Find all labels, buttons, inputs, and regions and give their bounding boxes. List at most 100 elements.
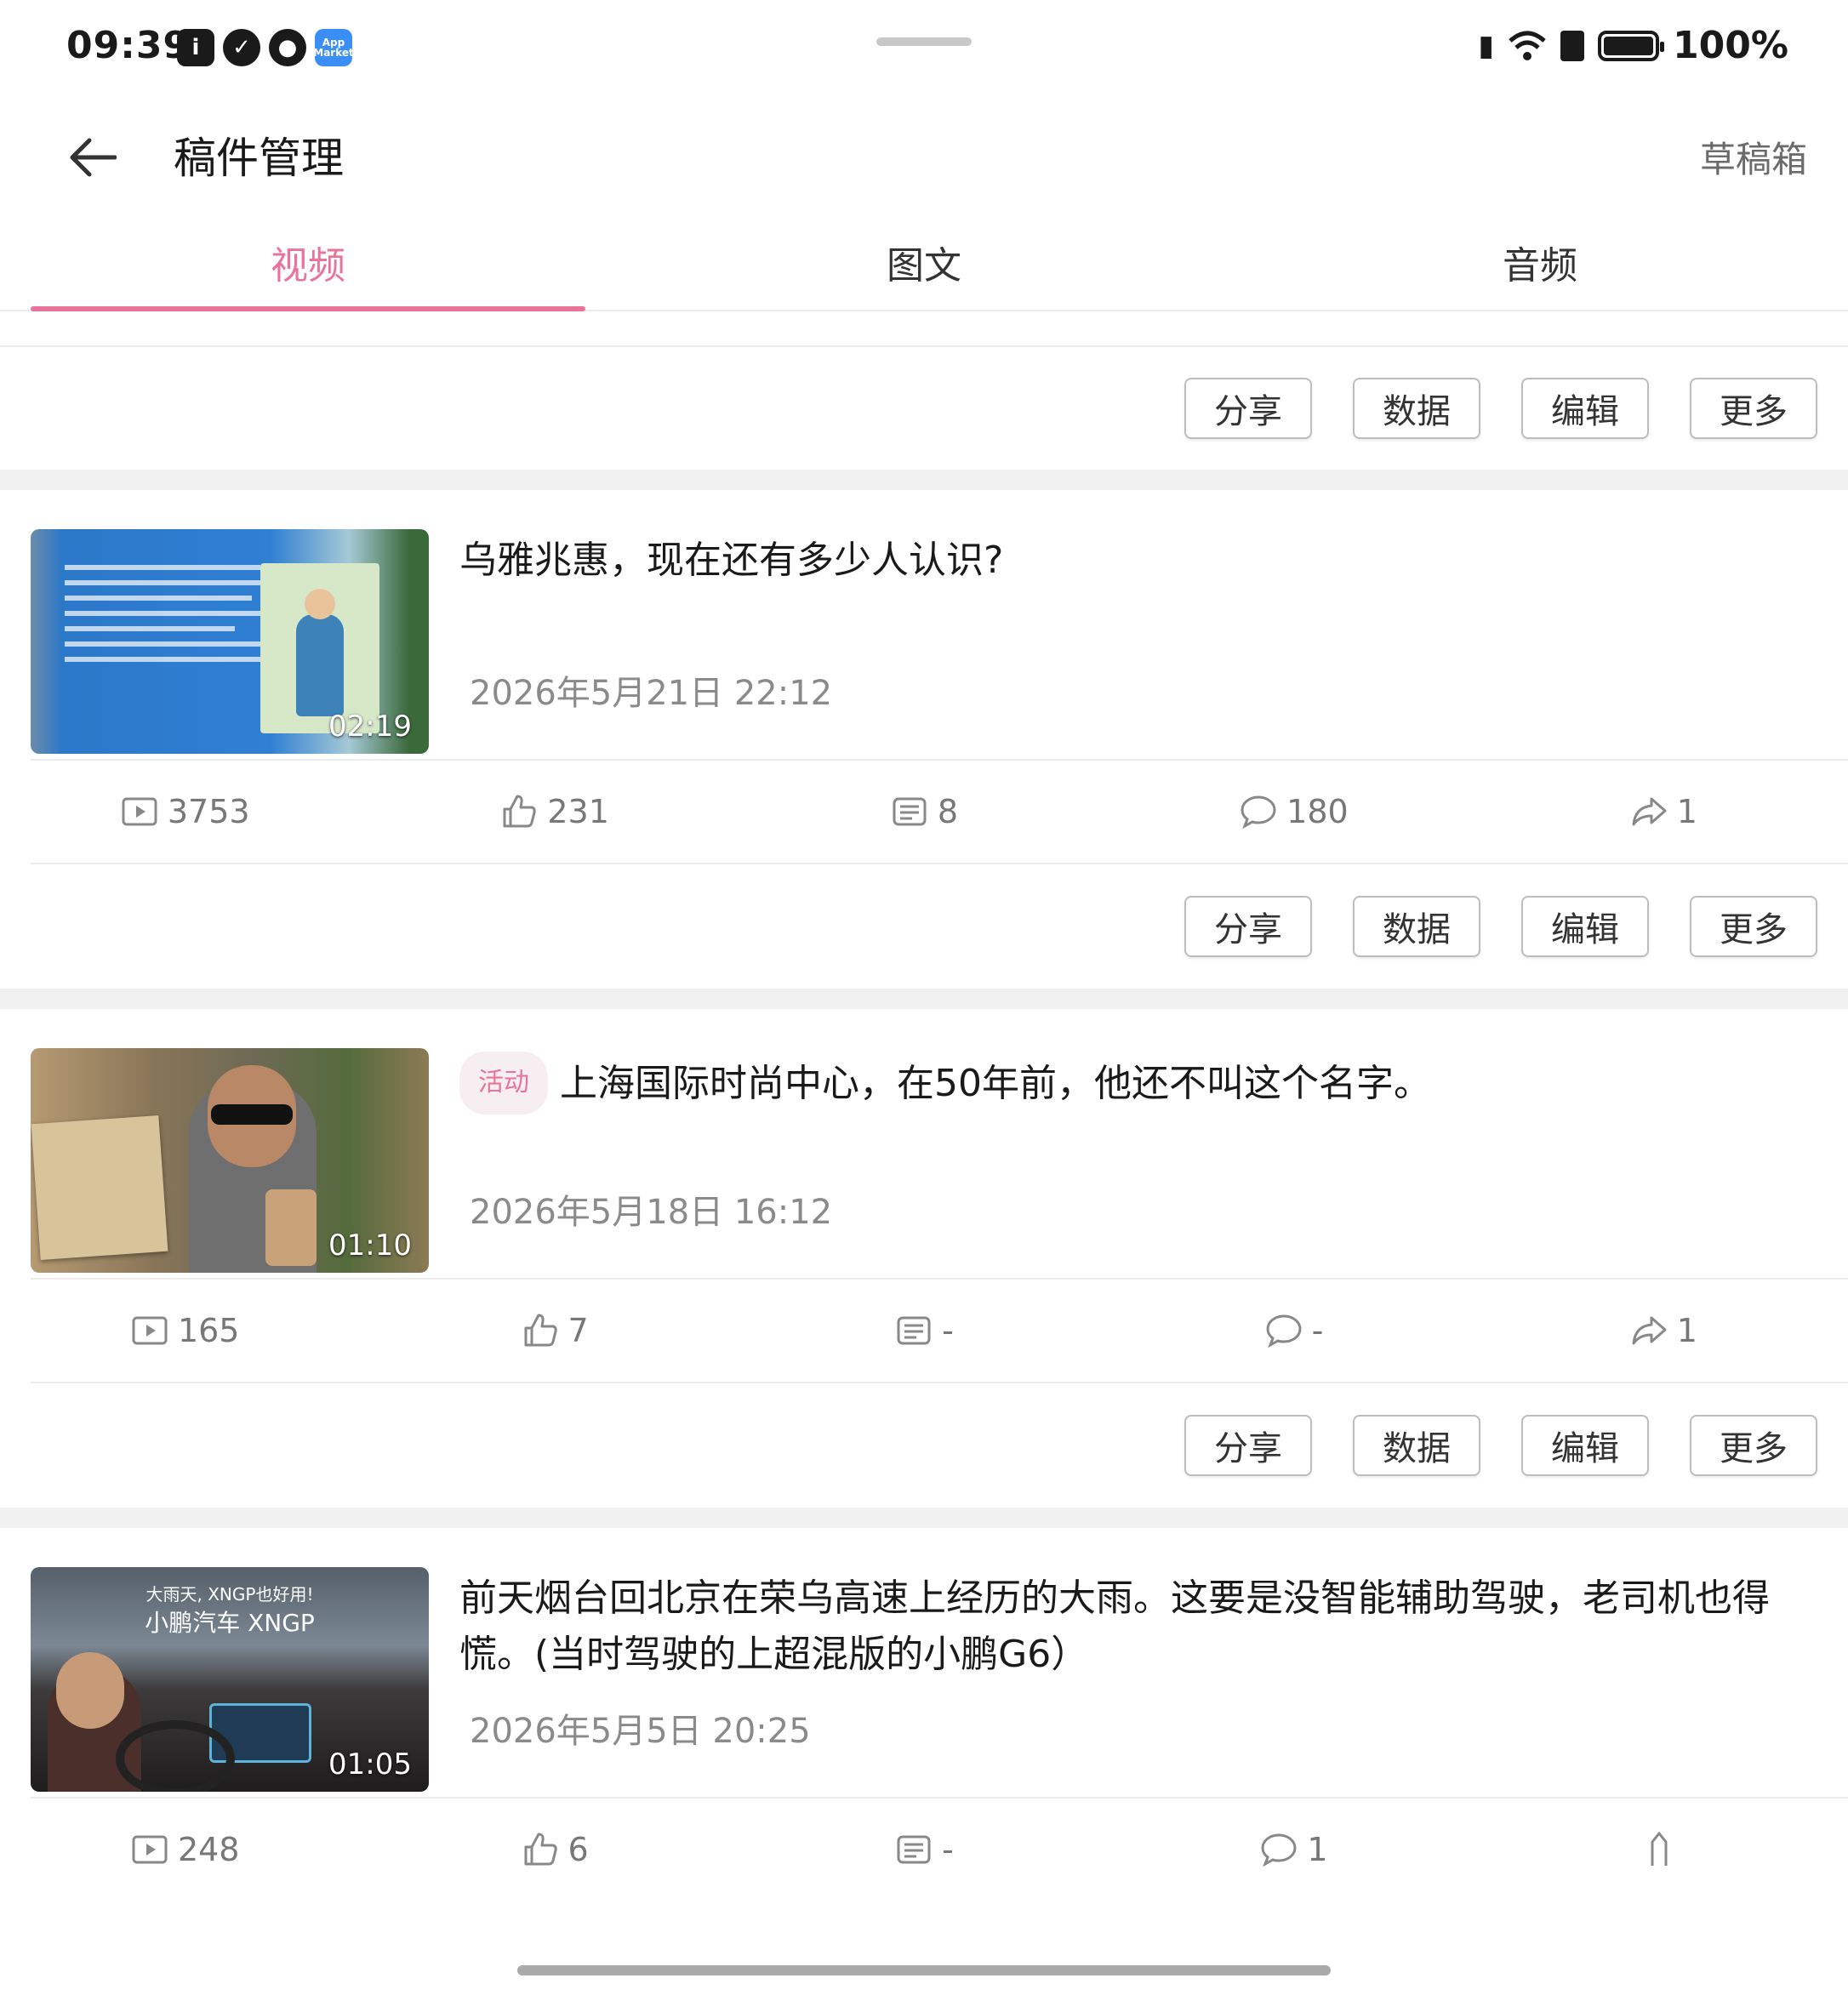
- danmaku-icon: [897, 1316, 931, 1345]
- play-count: 165: [0, 1311, 369, 1350]
- section-gap: [0, 470, 1848, 490]
- share-count: 1: [1479, 1311, 1848, 1350]
- share-count: 1: [1479, 792, 1848, 831]
- stats-row: 3753 231 8 180 1: [0, 761, 1848, 863]
- danmaku-count: -: [739, 1311, 1109, 1350]
- shield-notification-icon: ✓: [223, 29, 260, 66]
- thumbnail-caption-1: 大雨天, XNGP也好用!: [145, 1584, 314, 1605]
- battery-percent: 100%: [1673, 24, 1788, 67]
- comment-count: -: [1109, 1311, 1478, 1350]
- video-card[interactable]: 大雨天, XNGP也好用! 小鹏汽车 XNGP 01:05 前天烟台回北京在荣乌…: [0, 1528, 1848, 1901]
- share-button[interactable]: 分享: [1184, 378, 1312, 439]
- video-title[interactable]: 前天烟台回北京在荣乌高速上经历的大雨。这要是没智能辅助驾驶，老司机也得慌。(当时…: [459, 1571, 1817, 1683]
- app-header: 稿件管理 草稿箱: [0, 99, 1848, 209]
- wifi-icon: [1509, 31, 1546, 60]
- vibrate-icon: ▮: [1478, 28, 1495, 63]
- edit-button[interactable]: 编辑: [1521, 896, 1649, 957]
- like-count: 6: [369, 1830, 739, 1869]
- drafts-button[interactable]: 草稿箱: [1700, 131, 1807, 183]
- info-notification-icon: i: [177, 29, 214, 66]
- action-row: 分享 数据 编辑 更多: [0, 1383, 1848, 1508]
- publish-date: 2026年5月5日 20:25: [470, 1712, 811, 1751]
- share-icon: [1651, 1832, 1668, 1866]
- publish-date: 2026年5月18日 16:12: [470, 1193, 833, 1232]
- play-count: 3753: [0, 792, 369, 831]
- share-arrow-icon: [1632, 1316, 1667, 1345]
- status-time: 09:39: [66, 24, 191, 67]
- video-thumbnail[interactable]: 01:10: [31, 1048, 429, 1273]
- tab-audio[interactable]: 音频: [1263, 235, 1817, 289]
- tab-video[interactable]: 视频: [31, 235, 585, 289]
- drag-handle[interactable]: [876, 37, 972, 46]
- danmaku-count: 8: [739, 792, 1109, 831]
- comment-count: 180: [1109, 792, 1478, 831]
- video-thumbnail[interactable]: 大雨天, XNGP也好用! 小鹏汽车 XNGP 01:05: [31, 1567, 429, 1792]
- battery-icon: [1598, 30, 1665, 61]
- data-button[interactable]: 数据: [1353, 896, 1480, 957]
- share-button[interactable]: 分享: [1184, 896, 1312, 957]
- play-count: 248: [0, 1830, 369, 1869]
- content-tabs: 视频 图文 音频: [0, 209, 1848, 311]
- postcard-graphic: [31, 1115, 168, 1261]
- stats-row: 165 7 - - 1: [0, 1280, 1848, 1382]
- system-indicators: ▮ 100%: [1478, 24, 1788, 67]
- thumbs-up-icon: [503, 795, 537, 828]
- like-count: 231: [369, 792, 739, 831]
- video-duration: 01:10: [328, 1229, 412, 1263]
- thumbs-up-icon: [524, 1314, 557, 1347]
- thumbs-up-icon: [524, 1833, 557, 1866]
- more-button[interactable]: 更多: [1690, 378, 1817, 439]
- back-arrow-icon: [70, 138, 117, 177]
- edit-button[interactable]: 编辑: [1521, 1415, 1649, 1476]
- video-title[interactable]: 活动 上海国际时尚中心，在50年前，他还不叫这个名字。: [459, 1052, 1817, 1115]
- video-title-text: 前天烟台回北京在荣乌高速上经历的大雨。这要是没智能辅助驾驶，老司机也得慌。(当时…: [459, 1576, 1770, 1676]
- video-card[interactable]: 02:19 乌雅兆惠，现在还有多少人认识? 2026年5月21日 22:12 3…: [0, 490, 1848, 989]
- portrait-panel: [260, 563, 379, 733]
- play-icon: [122, 797, 157, 826]
- video-duration: 02:19: [328, 710, 412, 744]
- video-duration: 01:05: [328, 1747, 412, 1782]
- data-button[interactable]: 数据: [1353, 1415, 1480, 1476]
- more-button[interactable]: 更多: [1690, 896, 1817, 957]
- video-title-text: 乌雅兆惠，现在还有多少人认识?: [459, 539, 1004, 582]
- cup-graphic: [265, 1189, 317, 1266]
- action-row: 分享 数据 编辑 更多: [0, 864, 1848, 989]
- video-title[interactable]: 乌雅兆惠，现在还有多少人认识?: [459, 533, 1817, 589]
- back-button[interactable]: [60, 124, 126, 191]
- comment-icon: [1241, 795, 1276, 829]
- comment-icon: [1261, 1833, 1297, 1867]
- horizontal-scrollbar[interactable]: [517, 1965, 1331, 1975]
- danmaku-icon: [897, 1835, 931, 1864]
- comment-count: 1: [1109, 1830, 1478, 1869]
- video-title-text: 上海国际时尚中心，在50年前，他还不叫这个名字。: [560, 1062, 1431, 1105]
- notification-icons: i ✓ ● App Market: [177, 29, 354, 66]
- page-title: 稿件管理: [174, 134, 344, 183]
- steering-wheel-graphic: [116, 1720, 235, 1792]
- manuscript-list[interactable]: 分享 数据 编辑 更多 02:19 乌雅兆惠，现在还有多少人认识? 2026年5…: [0, 311, 1848, 1901]
- data-button[interactable]: 数据: [1353, 378, 1480, 439]
- thumbnail-caption-2: 小鹏汽车 XNGP: [145, 1609, 315, 1637]
- comment-icon: [1266, 1314, 1302, 1348]
- danmaku-count: -: [739, 1830, 1109, 1869]
- share-count: [1479, 1830, 1848, 1869]
- like-count: 7: [369, 1311, 739, 1350]
- danmaku-icon: [893, 797, 927, 826]
- more-button[interactable]: 更多: [1690, 1415, 1817, 1476]
- sim-icon: [1560, 30, 1585, 61]
- app-market-icon: App Market: [313, 29, 354, 66]
- action-row: 分享 数据 编辑 更多: [0, 347, 1848, 470]
- section-gap: [0, 989, 1848, 1009]
- status-bar: 09:39 i ✓ ● App Market ▮ 100%: [0, 0, 1848, 99]
- video-thumbnail[interactable]: 02:19: [31, 529, 429, 754]
- tab-article[interactable]: 图文: [647, 235, 1201, 289]
- driver-face: [56, 1652, 124, 1729]
- section-gap: [0, 1508, 1848, 1528]
- play-icon: [132, 1316, 168, 1345]
- play-icon: [132, 1835, 168, 1864]
- video-card[interactable]: 01:10 活动 上海国际时尚中心，在50年前，他还不叫这个名字。 2026年5月…: [0, 1009, 1848, 1508]
- edit-button[interactable]: 编辑: [1521, 378, 1649, 439]
- publish-date: 2026年5月21日 22:12: [470, 674, 833, 713]
- activity-badge: 活动: [459, 1052, 548, 1115]
- stats-row: 248 6 - 1: [0, 1799, 1848, 1901]
- share-button[interactable]: 分享: [1184, 1415, 1312, 1476]
